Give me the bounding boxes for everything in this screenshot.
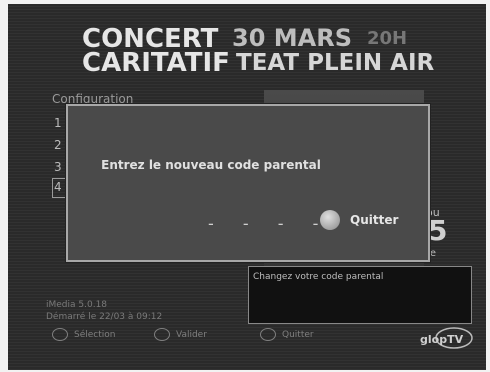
parental-code-dialog: Entrez le nouveau code parental - - - - … [66, 104, 430, 262]
thumbnail-digit: 5 [428, 214, 448, 247]
footer-quit-label: Quitter [282, 329, 314, 340]
ok-icon [154, 328, 170, 341]
tv-screen: CONCERT CARITATIF 30 MARS 20H TEAT PLEIN… [8, 4, 486, 370]
boot-date-label: Démarré le 22/03 à 09:12 [46, 312, 163, 322]
quit-button[interactable]: Quitter [350, 213, 398, 227]
help-text: Changez votre code parental [253, 272, 384, 282]
version-label: iMedia 5.0.18 [46, 300, 108, 310]
footer-select: Sélection [52, 328, 115, 341]
select-icon [52, 328, 68, 341]
config-item-3[interactable]: 3 [54, 160, 62, 174]
config-item-4[interactable]: 4 [54, 180, 62, 194]
config-item-2[interactable]: 2 [54, 138, 62, 152]
config-item-1[interactable]: 1 [54, 116, 62, 130]
banner-hour: 20H [367, 28, 408, 49]
exit-icon [260, 328, 276, 341]
help-box: Changez votre code parental [248, 266, 472, 324]
footer-select-label: Sélection [74, 329, 116, 340]
dialog-prompt: Entrez le nouveau code parental [101, 158, 321, 172]
footer-quit: Quitter [260, 328, 314, 341]
banner-line2: CARITATIF [82, 48, 230, 78]
banner-venue: TEAT PLEIN AIR [236, 50, 435, 76]
footer-validate-label: Valider [176, 329, 207, 340]
glop-tv-logo: glopTV [418, 326, 474, 350]
logo-text: glopTV [420, 333, 464, 346]
banner-date: 30 MARS [232, 24, 352, 52]
footer-validate: Valider [154, 328, 207, 341]
code-input[interactable]: - - - - [208, 214, 330, 233]
quit-icon[interactable] [320, 210, 340, 230]
